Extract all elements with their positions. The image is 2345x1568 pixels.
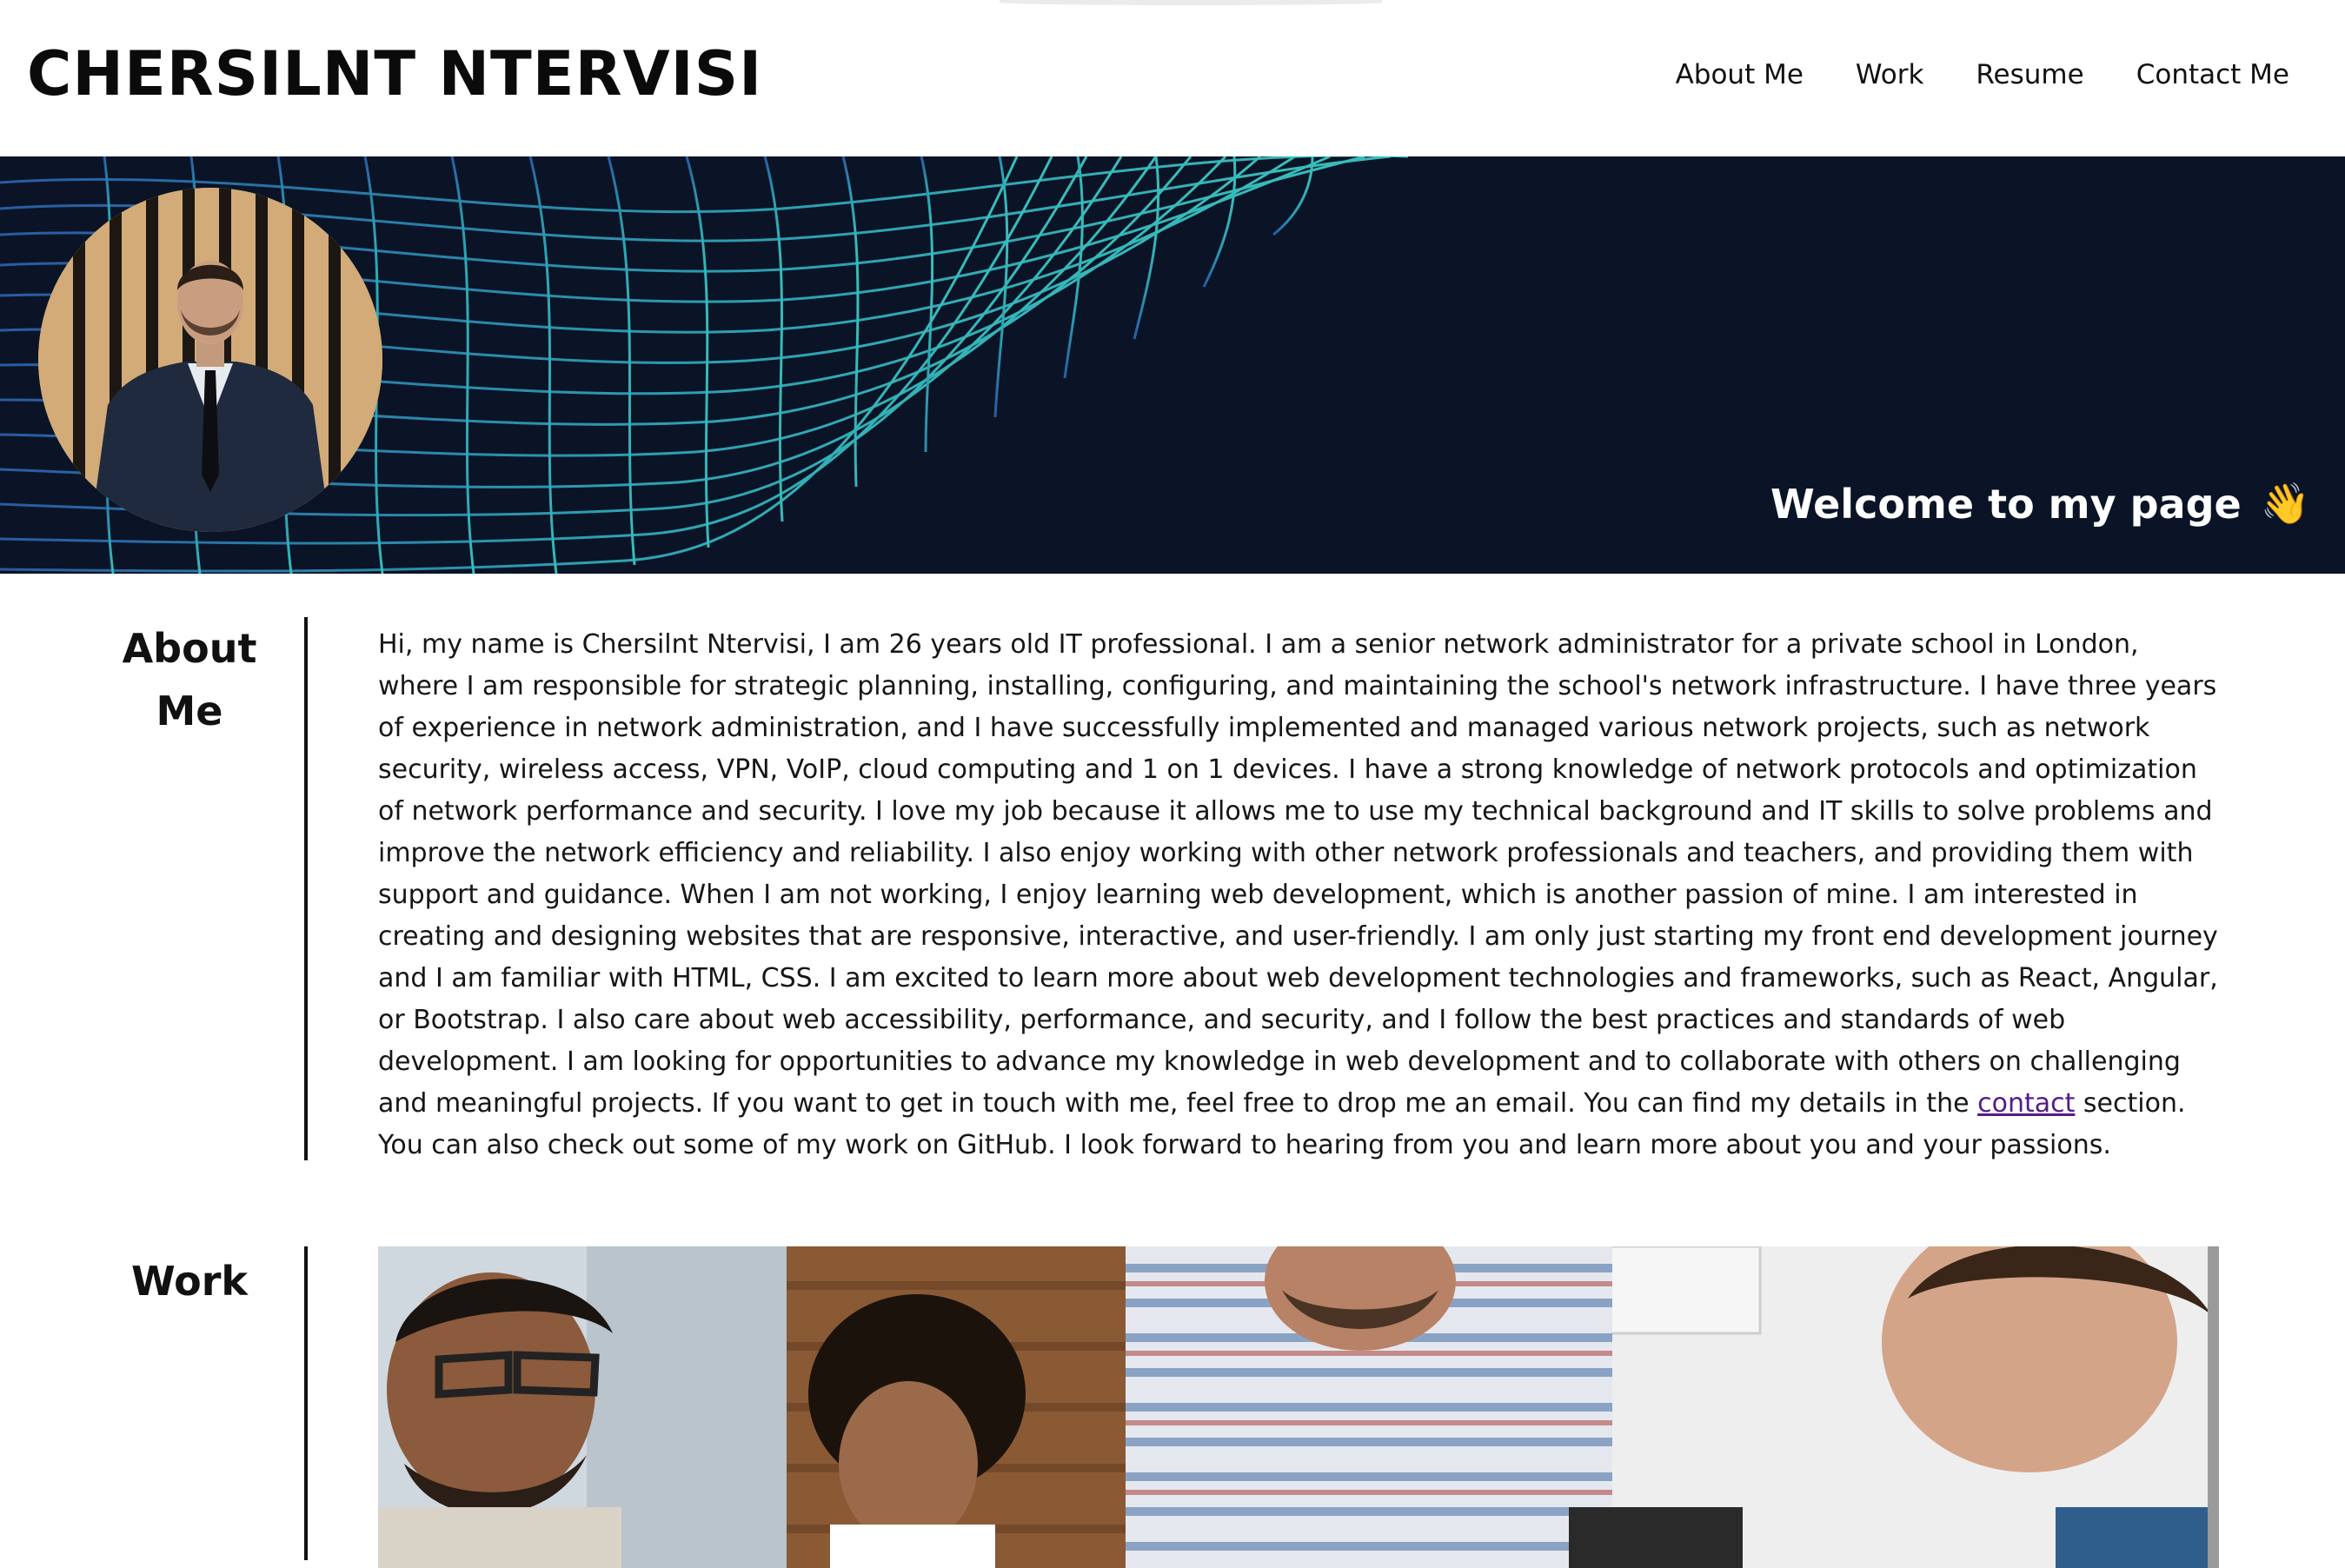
welcome-heading: Welcome to my page 👋 xyxy=(1770,480,2310,528)
contact-link[interactable]: contact xyxy=(1977,1088,2075,1119)
about-heading-line2: Me xyxy=(156,688,223,734)
nav-contact-me-link[interactable]: Contact Me xyxy=(2136,59,2289,90)
main-nav: About Me Work Resume Contact Me xyxy=(1676,59,2289,90)
work-photo xyxy=(378,1246,2219,1568)
about-text-part1: Hi, my name is Chersilnt Ntervisi, I am … xyxy=(378,629,2218,1119)
work-heading: Work xyxy=(131,1258,248,1305)
profile-photo-icon xyxy=(38,188,382,532)
about-paragraph: Hi, my name is Chersilnt Ntervisi, I am … xyxy=(378,624,2221,1166)
welcome-text: Welcome to my page xyxy=(1770,480,2242,528)
work-section: Work xyxy=(0,1246,2345,1568)
about-section: About Me Hi, my name is Chersilnt Ntervi… xyxy=(0,617,2345,1160)
nav-resume-link[interactable]: Resume xyxy=(1976,59,2083,90)
about-heading: About Me xyxy=(103,617,276,742)
about-heading-line1: About xyxy=(122,625,257,672)
waving-hand-icon: 👋 xyxy=(2260,480,2310,527)
top-shadow xyxy=(1000,0,1382,5)
work-divider xyxy=(304,1246,308,1560)
nav-work-link[interactable]: Work xyxy=(1856,59,1924,90)
team-meeting-photo-icon xyxy=(378,1246,2219,1568)
about-divider xyxy=(304,617,308,1160)
site-header: CHERSILNT NTERVISI About Me Work Resume … xyxy=(0,0,2345,156)
profile-photo xyxy=(38,188,382,532)
nav-about-me-link[interactable]: About Me xyxy=(1676,59,1804,90)
site-title: CHERSILNT NTERVISI xyxy=(27,38,763,110)
hero-banner: Welcome to my page 👋 xyxy=(0,156,2345,574)
